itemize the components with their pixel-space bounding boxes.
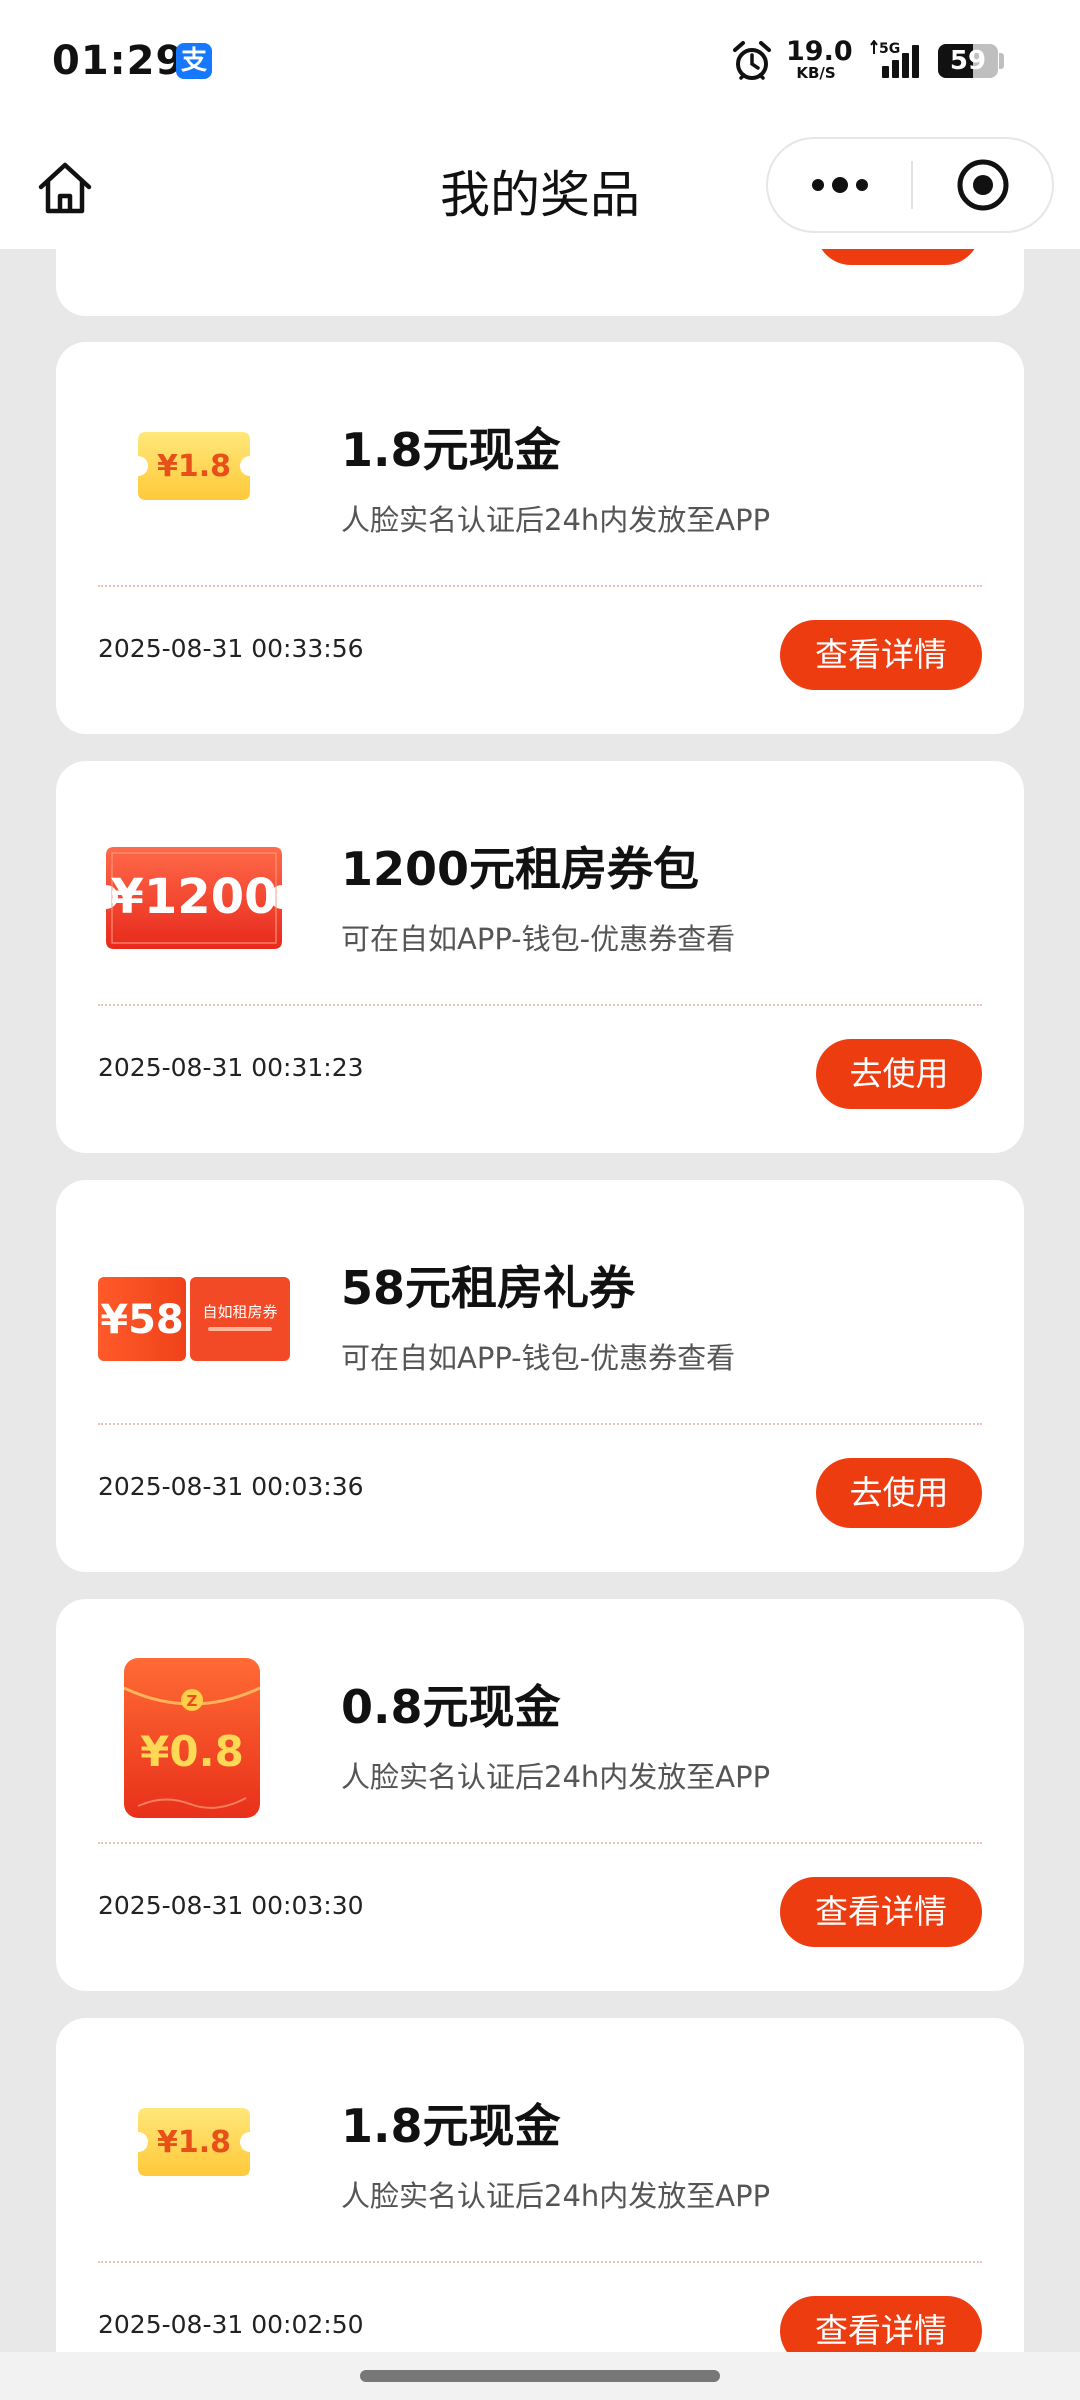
prize-card: ¥1.8 1.8元现金 人脸实名认证后24h内发放至APP 2025-08-31… bbox=[56, 2018, 1024, 2352]
cash-ticket-image: ¥1.8 bbox=[138, 432, 250, 500]
network-speed-value: 19.0 bbox=[786, 36, 853, 67]
more-button[interactable] bbox=[768, 139, 911, 231]
close-target-icon bbox=[957, 159, 1008, 211]
use-now-button[interactable]: 去使用 bbox=[816, 1458, 982, 1528]
view-details-button[interactable]: 查看详情 bbox=[780, 2296, 982, 2352]
prize-card: ¥1200 1200元租房券包 可在自如APP-钱包-优惠券查看 2025-08… bbox=[56, 761, 1024, 1153]
alipay-icon: 支 bbox=[176, 43, 212, 79]
close-button[interactable] bbox=[913, 139, 1052, 231]
rent-gift-coupon-stub-label: 自如租房券 bbox=[202, 1303, 277, 1321]
coupon-fineprint-decoration bbox=[208, 1327, 272, 1331]
battery-tip bbox=[999, 53, 1004, 69]
red-envelope-label: ¥0.8 bbox=[140, 1727, 244, 1776]
prize-description: 人脸实名认证后24h内发放至APP bbox=[341, 503, 771, 537]
use-now-button[interactable]: 去使用 bbox=[816, 1039, 982, 1109]
prize-title: 58元租房礼券 bbox=[341, 1261, 636, 1315]
prize-title: 1.8元现金 bbox=[341, 423, 561, 477]
prize-card: Z ¥0.8 0.8元现金 人脸实名认证后24h内发放至APP 2025-08-… bbox=[56, 1599, 1024, 1991]
card-divider bbox=[98, 585, 982, 587]
status-bar: 01:29 支 19.0 KB/S 5G 59 bbox=[0, 0, 1080, 125]
gesture-nav-area bbox=[0, 2352, 1080, 2400]
prize-description: 可在自如APP-钱包-优惠券查看 bbox=[341, 1341, 736, 1375]
prize-card-partial bbox=[56, 249, 1024, 316]
alarm-icon bbox=[733, 41, 771, 80]
view-details-button[interactable]: 查看详情 bbox=[780, 1877, 982, 1947]
partial-action-button[interactable] bbox=[816, 249, 980, 265]
network-speed-unit: KB/S bbox=[796, 64, 836, 82]
prize-card: ¥58 自如租房券 58元租房礼券 可在自如APP-钱包-优惠券查看 2025-… bbox=[56, 1180, 1024, 1572]
battery-percent: 59 bbox=[949, 46, 987, 76]
prize-card: ¥1.8 1.8元现金 人脸实名认证后24h内发放至APP 2025-08-31… bbox=[56, 342, 1024, 734]
card-divider bbox=[98, 1423, 982, 1425]
battery-icon: 59 bbox=[938, 44, 998, 78]
card-divider bbox=[98, 2261, 982, 2263]
gesture-handle[interactable] bbox=[360, 2370, 720, 2382]
prize-description: 人脸实名认证后24h内发放至APP bbox=[341, 2179, 771, 2213]
prize-title: 1200元租房券包 bbox=[341, 842, 700, 896]
prize-description: 人脸实名认证后24h内发放至APP bbox=[341, 1760, 771, 1794]
prize-title: 0.8元现金 bbox=[341, 1680, 561, 1734]
red-envelope-image: Z ¥0.8 bbox=[124, 1658, 260, 1818]
signal-5g-icon: 5G bbox=[870, 40, 919, 78]
prize-list[interactable]: ¥1.8 1.8元现金 人脸实名认证后24h内发放至APP 2025-08-31… bbox=[0, 249, 1080, 2352]
prize-timestamp: 2025-08-31 00:03:30 bbox=[98, 1891, 364, 1920]
prize-description: 可在自如APP-钱包-优惠券查看 bbox=[341, 922, 736, 956]
rent-gift-coupon-label: ¥58 bbox=[100, 1297, 184, 1343]
prize-timestamp: 2025-08-31 00:31:23 bbox=[98, 1053, 364, 1082]
card-divider bbox=[98, 1004, 982, 1006]
prize-title: 1.8元现金 bbox=[341, 2099, 561, 2153]
network-type-label: 5G bbox=[879, 41, 900, 57]
nav-bar: 我的奖品 bbox=[0, 125, 1080, 249]
card-divider bbox=[98, 1842, 982, 1844]
prize-timestamp: 2025-08-31 00:33:56 bbox=[98, 634, 364, 663]
status-time: 01:29 bbox=[52, 38, 185, 84]
prize-timestamp: 2025-08-31 00:03:36 bbox=[98, 1472, 364, 1501]
prize-timestamp: 2025-08-31 00:02:50 bbox=[98, 2310, 364, 2339]
mini-program-capsule bbox=[766, 137, 1054, 233]
rent-coupon-pack-image: ¥1200 bbox=[106, 847, 282, 949]
rent-gift-coupon-image: ¥58 自如租房券 bbox=[98, 1277, 290, 1361]
network-speed: 19.0 KB/S bbox=[786, 36, 853, 82]
more-dots-icon bbox=[811, 177, 868, 193]
cash-ticket-image: ¥1.8 bbox=[138, 2108, 250, 2176]
rent-coupon-pack-label: ¥1200 bbox=[111, 869, 278, 925]
red-envelope-badge: Z bbox=[187, 1692, 198, 1710]
cash-ticket-label: ¥1.8 bbox=[157, 2125, 231, 2160]
cash-ticket-label: ¥1.8 bbox=[157, 449, 231, 484]
view-details-button[interactable]: 查看详情 bbox=[780, 620, 982, 690]
